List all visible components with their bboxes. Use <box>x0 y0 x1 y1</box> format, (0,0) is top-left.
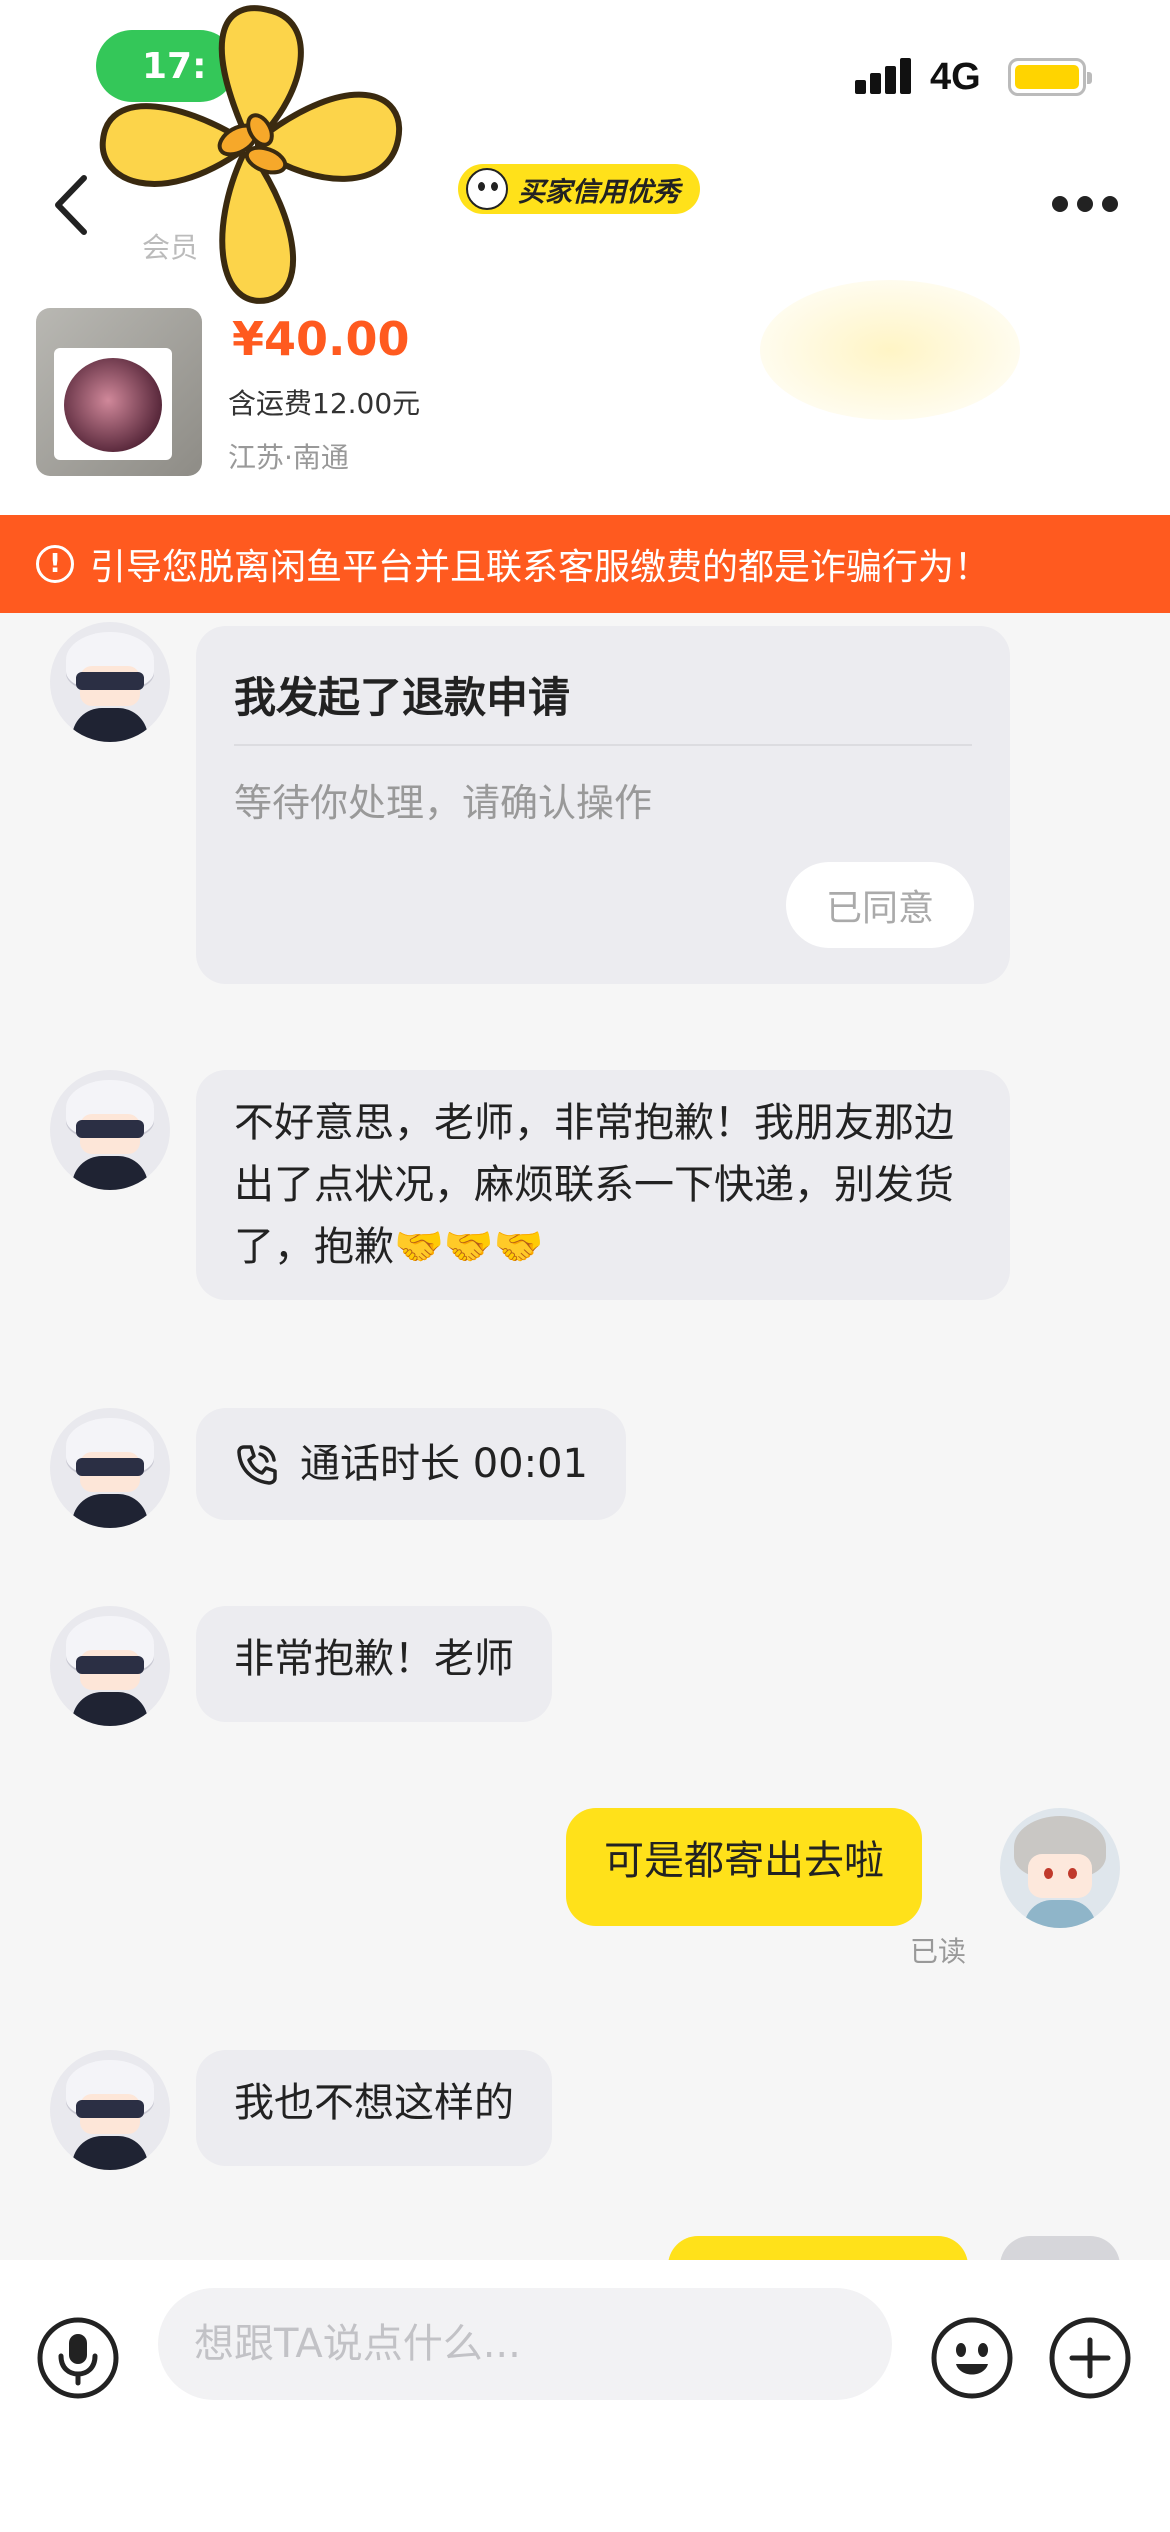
contact-avatar[interactable] <box>50 622 170 742</box>
credit-badge: 买家信用优秀 <box>458 164 700 214</box>
product-price: ¥40.00 <box>232 312 410 366</box>
credit-badge-label: 买家信用优秀 <box>518 176 680 208</box>
input-bar <box>0 2260 1170 2532</box>
call-record-bubble[interactable]: 通话时长 00:01 <box>196 1408 626 1520</box>
product-shipping: 含运费12.00元 <box>228 387 421 420</box>
more-actions-button[interactable] <box>1048 2316 1132 2400</box>
contact-avatar[interactable] <box>50 1408 170 1528</box>
product-location: 江苏·南通 <box>228 441 349 474</box>
network-type: 4G <box>930 56 981 98</box>
warning-icon: ! <box>36 545 74 583</box>
emoji-button[interactable] <box>930 2316 1014 2400</box>
call-duration: 通话时长 00:01 <box>300 1441 588 1487</box>
contact-avatar[interactable] <box>50 2050 170 2170</box>
product-thumbnail[interactable] <box>36 308 202 476</box>
read-receipt: 已读 <box>910 1935 967 1968</box>
contact-avatar[interactable] <box>50 1070 170 1190</box>
mic-icon <box>37 2317 119 2399</box>
refund-title: 我发起了退款申请 <box>234 673 571 722</box>
message-bubble[interactable]: 不好意思，老师，非常抱歉！我朋友那边出了点状况，麻烦联系一下快递，别发货了，抱歉… <box>196 1070 1010 1300</box>
flower-sticker <box>99 5 403 304</box>
refund-subtitle: 等待你处理，请确认操作 <box>234 781 653 825</box>
message-bubble[interactable]: 我也不想这样的 <box>196 2050 552 2166</box>
warning-text: 引导您脱离闲鱼平台并且联系客服缴费的都是诈骗行为！ <box>90 547 991 588</box>
refund-agreed-button[interactable]: 已同意 <box>786 862 974 948</box>
plus-icon <box>1049 2317 1131 2399</box>
fraud-warning-banner: ! 引导您脱离闲鱼平台并且联系客服缴费的都是诈骗行为！ <box>0 515 1170 613</box>
smile-icon <box>466 168 508 210</box>
divider <box>234 744 972 746</box>
background-glow <box>760 280 1020 420</box>
my-avatar[interactable] <box>1000 1808 1120 1928</box>
chat-header: 17: 4G 会员 买家信用优秀 ¥40.00 含运费12.00元 江苏·南通 <box>0 0 1170 515</box>
voice-button[interactable] <box>36 2316 120 2400</box>
phone-call-icon <box>237 1445 277 1485</box>
battery-icon <box>1008 58 1092 96</box>
emoji-icon <box>931 2317 1013 2399</box>
contact-avatar[interactable] <box>50 1606 170 1726</box>
more-button[interactable] <box>1052 196 1118 214</box>
message-input[interactable] <box>158 2288 892 2400</box>
signal-icon <box>855 58 915 94</box>
refund-request-card[interactable]: 我发起了退款申请 等待你处理，请确认操作 已同意 <box>196 626 1010 984</box>
message-bubble[interactable]: 非常抱歉！老师 <box>196 1606 552 1722</box>
my-message-bubble[interactable]: 可是都寄出去啦 <box>566 1808 922 1926</box>
